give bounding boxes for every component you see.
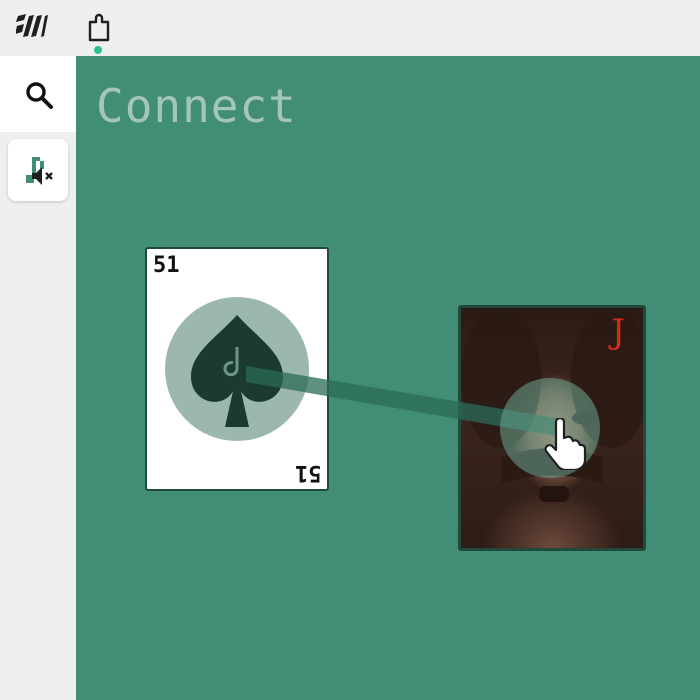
search-icon [26, 82, 53, 109]
sound-toggle-button[interactable] [8, 139, 68, 201]
spade-card[interactable]: 51 51 [145, 247, 329, 491]
sound-muted-icon [26, 157, 53, 185]
sidebar [0, 56, 76, 700]
spade-emblem-icon [165, 297, 309, 441]
notification-dot [94, 46, 102, 54]
stripes-logo-icon[interactable] [15, 10, 48, 46]
search-button[interactable] [0, 56, 76, 132]
card-rank: J [611, 312, 625, 352]
game-stage: Connect 51 51 J [76, 56, 700, 700]
hand-cursor-icon [544, 418, 587, 470]
puzzle-piece-icon[interactable] [84, 10, 116, 46]
card-corner-bottom: 51 [294, 460, 322, 485]
top-toolbar [0, 0, 700, 56]
page-title: Connect [96, 79, 297, 133]
